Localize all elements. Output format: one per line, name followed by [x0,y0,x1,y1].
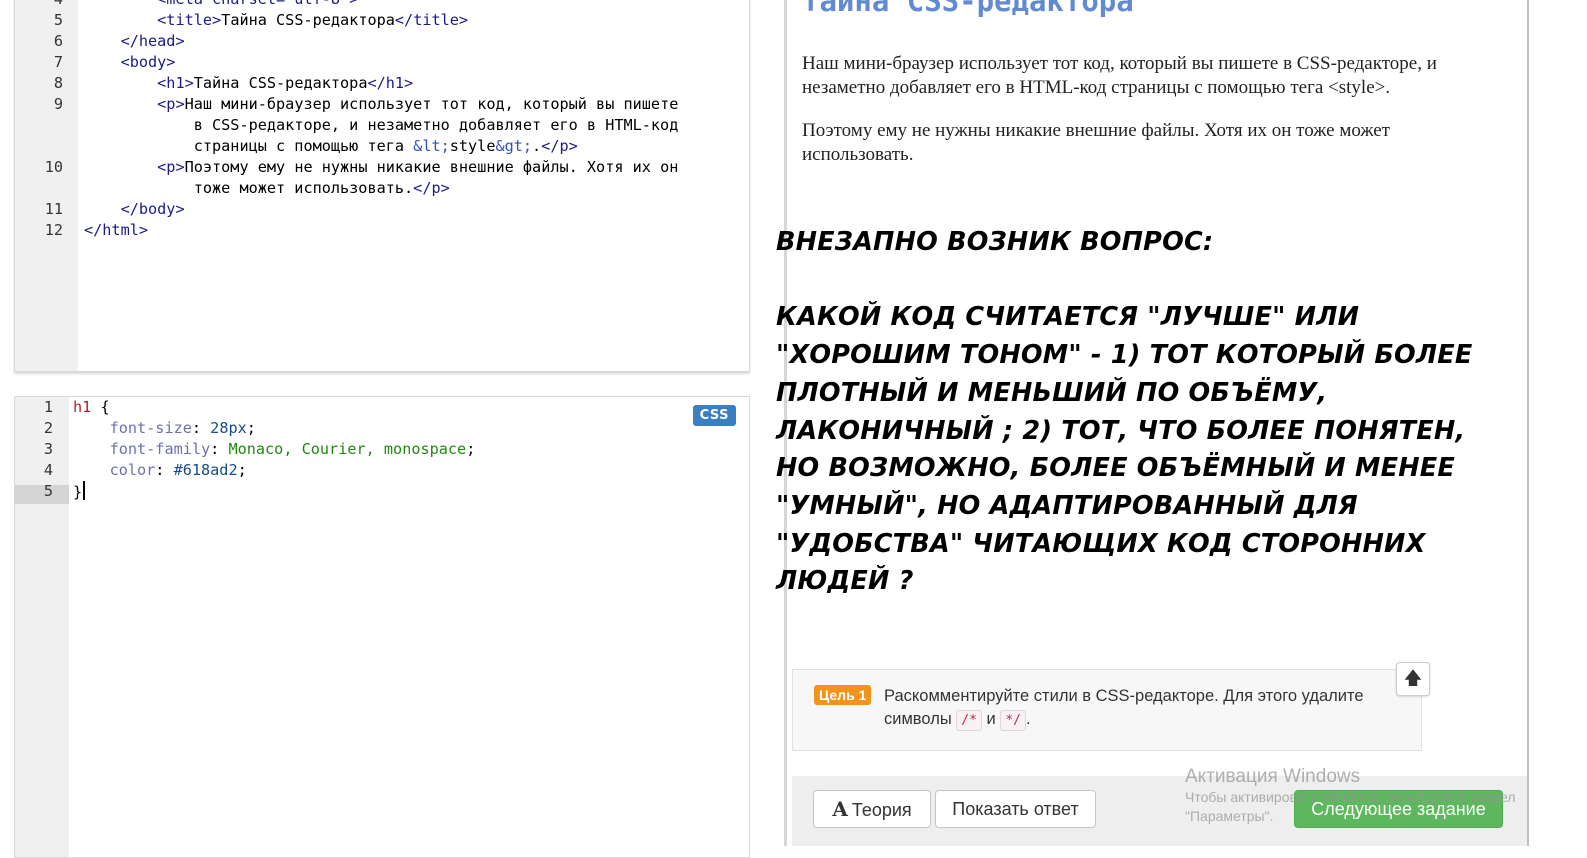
html-line: тоже может использовать.</p> [15,178,749,199]
code-chip-close-comment: */ [1000,710,1027,731]
preview-paragraph-2: Поэтому ему не нужны никакие внешние фай… [802,120,1390,165]
css-line: 2 font-size: 28px; [15,418,749,439]
text-cursor [83,481,86,500]
code-chip-open-comment: /* [956,710,982,731]
html-line: страницы с помощью тега &lt;style&gt;.</… [15,136,749,157]
html-line-text: <meta charset="utf-8"> [84,0,358,10]
theory-icon: A [832,797,848,821]
html-line: в CSS-редакторе, и незаметно добавляет е… [15,115,749,136]
close-brace: } [73,483,83,501]
html-line-text: </head> [120,32,185,50]
css-line: 4 color: #618ad2; [15,460,749,481]
overlay-question: Внезапно возник вопрос: Какой код считае… [776,224,1496,601]
line-number: 5 [43,482,53,500]
css-property: font-size [109,419,192,437]
html-line: 12 </html> [15,220,749,241]
html-line-text: <h1>Тайна CSS-редактора</h1> [157,74,414,92]
css-property: font-family [109,440,211,458]
css-code[interactable]: 1 h1 { 2 font-size: 28px; 3 font-family:… [15,397,749,502]
css-value: 28px [210,419,247,437]
html-code[interactable]: 4 <meta charset="utf-8">5 <title>Тайна C… [15,0,749,241]
goal-text: Раскомментируйте стили в CSS-редакторе. … [884,685,1404,731]
css-editor[interactable]: 1 h1 { 2 font-size: 28px; 3 font-family:… [14,396,750,858]
html-line-text: <body> [120,53,176,71]
theory-button-label: Теория [851,800,912,820]
html-line-text: <p>Поэтому ему не нужны никакие внешние … [157,158,679,176]
html-line: 10 <p>Поэтому ему не нужны никакие внешн… [15,157,749,178]
line-number: 11 [44,200,63,218]
html-line: 7 <body> [15,52,749,73]
html-line: 5 <title>Тайна CSS-редактора</title> [15,10,749,31]
line-number: 1 [43,398,53,416]
line-number: 4 [43,461,53,479]
windows-activation-watermark: Активация Windows Чтобы активировать Win… [1185,766,1545,826]
arrow-up-icon: 🡅 [1403,668,1423,689]
html-line: 4 <meta charset="utf-8"> [15,0,749,10]
html-line-text: в CSS-редакторе, и незаметно добавляет е… [84,116,679,134]
html-line-text: </body> [120,200,185,218]
goal-text-period: . [1026,710,1031,728]
html-line: 6 </head> [15,31,749,52]
goal-badge: Цель 1 [814,685,872,705]
html-editor[interactable]: 4 <meta charset="utf-8">5 <title>Тайна C… [14,0,750,372]
line-number: 8 [53,74,63,92]
show-answer-button[interactable]: Показать ответ [935,790,1096,828]
task-panel: Цель 1 Раскомментируйте стили в CSS-реда… [792,669,1422,751]
watermark-title: Активация Windows [1185,766,1361,787]
collapse-up-button[interactable]: 🡅 [1396,662,1430,696]
overlay-question-title: Внезапно возник вопрос: [776,227,1214,257]
html-line: 11 </body> [15,199,749,220]
preview-right-border [1527,0,1529,846]
line-number: 9 [53,95,63,113]
line-number: 3 [43,440,53,458]
overlay-question-body: Какой код считается "лучше" или "хорошим… [776,302,1473,597]
css-value: Monaco, Courier, monospace [228,440,467,458]
line-number: 6 [53,32,63,50]
css-selector: h1 [73,398,92,416]
html-line-text: тоже может использовать.</p> [84,179,450,197]
line-number: 5 [53,11,63,29]
preview-paragraph-1: Наш мини-браузер использует тот код, кот… [802,53,1437,98]
html-line-text: <p>Наш мини-браузер использует тот код, … [157,95,679,113]
css-line: 1 h1 { [15,397,749,418]
open-brace: { [91,398,110,416]
css-line: 3 font-family: Monaco, Courier, monospac… [15,439,749,460]
html-line-text: <title>Тайна CSS-редактора</title> [157,11,469,29]
line-number: 2 [43,419,53,437]
html-line: 8 <h1>Тайна CSS-редактора</h1> [15,73,749,94]
line-number: 10 [44,158,63,176]
line-number: 7 [53,53,63,71]
preview-heading: Тайна CSS-редактора [802,0,1134,18]
watermark-text: Чтобы активировать Windows, перейдите в … [1185,789,1516,824]
css-property: color [109,461,156,479]
css-line: 5 } [15,481,749,502]
theory-button[interactable]: A Теория [813,790,931,828]
line-number: 4 [15,0,63,10]
css-badge: CSS [692,405,736,426]
html-line-text: </html> [84,221,149,239]
goal-text-and: и [986,710,996,728]
html-line-text: страницы с помощью тега &lt;style&gt;.</… [84,137,578,155]
line-number: 12 [44,221,63,239]
html-line: 9 <p>Наш мини-браузер использует тот код… [15,94,749,115]
css-value: #618ad2 [173,461,238,479]
